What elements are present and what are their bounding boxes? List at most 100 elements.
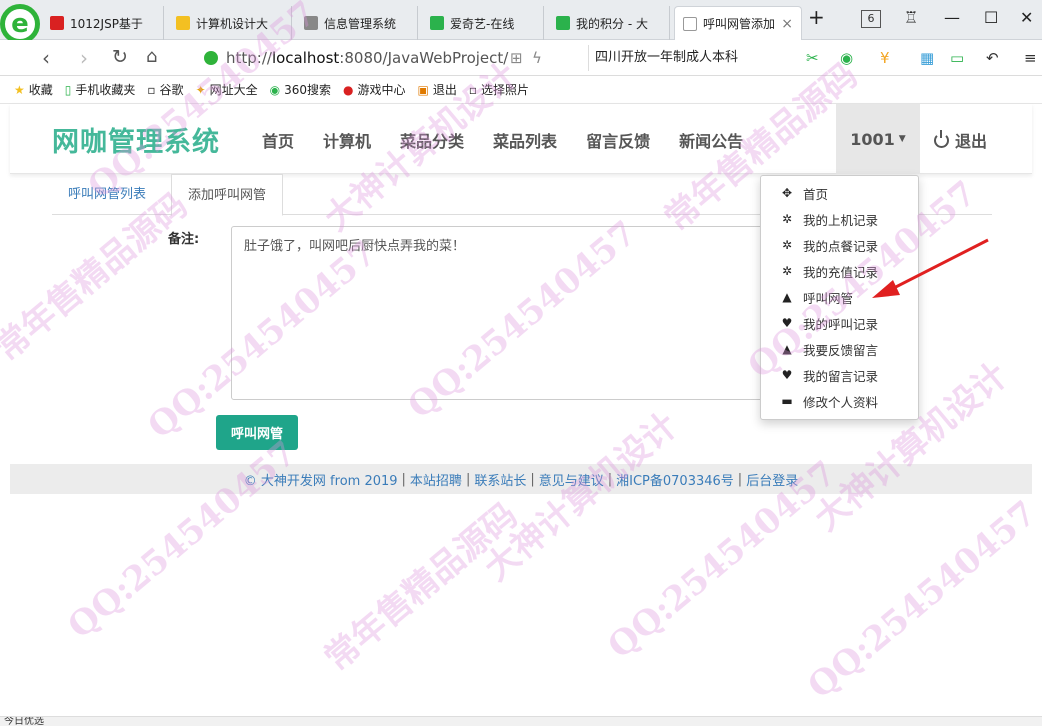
bookmark-label: 收藏 (28, 83, 53, 97)
tab-close-icon[interactable]: × (781, 16, 793, 32)
back-icon[interactable]: ‹ (42, 46, 50, 70)
bookmark-label: 网址大全 (209, 83, 258, 97)
move-icon: ✥ (781, 186, 793, 200)
dropdown-item-label: 我的充值记录 (803, 264, 879, 280)
tab-title: 我的积分 - 大 (576, 16, 648, 31)
battery-icon[interactable]: ▭ (950, 49, 964, 67)
gear-icon: ✲ (781, 264, 793, 278)
footer-link-icp[interactable]: 湘ICP备0703346号 (616, 470, 734, 489)
phone-icon: ▯ (64, 82, 72, 97)
grid-icon[interactable]: ⊞ (510, 49, 523, 67)
skin-icon[interactable]: ♖ (904, 8, 918, 27)
menu-icon[interactable]: ≡ (1024, 49, 1037, 67)
browser-tab-1[interactable]: 1012JSP基于 (42, 6, 164, 40)
browser-tab-3[interactable]: 信息管理系统 (296, 6, 418, 40)
call-admin-button[interactable]: 呼叫网管 (216, 415, 298, 450)
translate-icon[interactable]: ◉ (840, 49, 853, 67)
tab-favicon-icon (50, 16, 64, 30)
tab-count-badge[interactable]: 6 (861, 10, 881, 28)
site-footer: © 大神开发网 from 2019 | 本站招聘 | 联系站长 | 意见与建议 … (10, 464, 1032, 494)
browser-tab-4[interactable]: 爱奇艺-在线 (422, 6, 544, 40)
bookmark-google[interactable]: ▫ 谷歌 (147, 81, 183, 98)
username: 1001 (850, 129, 895, 149)
address-bar[interactable]: http://localhost:8080/JavaWebProject/ (194, 45, 582, 71)
menu-home[interactable]: 首页 (262, 128, 294, 152)
user-icon: ▲ (782, 342, 792, 356)
new-tab-button[interactable]: + (808, 5, 825, 29)
footer-separator: | (530, 471, 535, 487)
star-icon: ★ (14, 82, 25, 97)
tab-call-list[interactable]: 呼叫网管列表 (52, 174, 162, 215)
footer-link-suggest[interactable]: 意见与建议 (539, 470, 604, 489)
bookmark-label: 选择照片 (481, 83, 530, 97)
browser-tab-2[interactable]: 计算机设计大 (168, 6, 292, 40)
footer-link-jobs[interactable]: 本站招聘 (410, 470, 462, 489)
footer-separator: | (401, 471, 406, 487)
search-box[interactable]: 四川开放一年制成人本科 (588, 45, 778, 71)
browser-tab-5[interactable]: 我的积分 - 大 (548, 6, 670, 40)
bookmark-exit[interactable]: ▣ 退出 (418, 81, 457, 98)
user-dropdown-menu: ✥ 首页 ✲ 我的上机记录 ✲ 我的点餐记录 ✲ 我的充值记录 ▲ 呼叫网管 ♥ 我的呼叫记… (760, 175, 919, 420)
forward-icon[interactable]: › (80, 46, 88, 70)
footer-link-contact[interactable]: 联系站长 (474, 470, 526, 489)
close-window-icon[interactable]: ✕ (1020, 8, 1033, 27)
url-scheme: http:// (226, 49, 272, 67)
coin-icon[interactable]: ¥ (880, 49, 890, 67)
dropdown-item-order-records[interactable]: ✲ 我的点餐记录 (761, 232, 918, 258)
gear-icon: ✲ (781, 212, 793, 226)
remark-textarea[interactable]: 肚子饿了，叫网吧后厨快点弄我的菜！ (231, 226, 776, 400)
menu-news[interactable]: 新闻公告 (679, 128, 743, 152)
bookmark-games[interactable]: ● 游戏中心 (343, 81, 406, 98)
gear-icon: ✲ (781, 238, 793, 252)
user-dropdown-toggle[interactable]: 1001 ▼ (836, 104, 920, 174)
tab-favicon-icon (304, 16, 318, 30)
secure-shield-icon (204, 51, 218, 65)
menu-dish-categories[interactable]: 菜品分类 (400, 128, 464, 152)
bookmark-label: 退出 (432, 83, 457, 97)
logout-label: 退出 (955, 132, 988, 151)
bookmark-favorites[interactable]: ★ 收藏 (14, 81, 53, 98)
bookmark-360[interactable]: ◉ 360搜索 (270, 81, 331, 98)
power-icon (934, 129, 949, 148)
footer-link-admin[interactable]: 后台登录 (746, 470, 798, 489)
lightning-icon[interactable]: ϟ (532, 49, 542, 67)
caret-down-icon: ▼ (898, 134, 906, 144)
tab-add-call[interactable]: 添加呼叫网管 (171, 174, 284, 216)
browser-tab-active[interactable]: 呼叫网管添加 × (674, 6, 802, 40)
apps-icon[interactable]: ▦ (920, 49, 934, 67)
card-icon: ▬ (781, 394, 793, 408)
bookmark-sites[interactable]: ✦ 网址大全 (196, 81, 258, 98)
url-host: localhost (271, 49, 340, 67)
dropdown-item-message-records[interactable]: ♥ 我的留言记录 (761, 362, 918, 388)
dropdown-item-recharge-records[interactable]: ✲ 我的充值记录 (761, 258, 918, 284)
menu-computers[interactable]: 计算机 (323, 128, 371, 152)
refresh-icon[interactable]: ↻ (112, 46, 128, 68)
browser-logo-icon[interactable]: e (0, 4, 40, 44)
browser-status-bar: 今日优选 (0, 716, 1042, 726)
logout-link[interactable]: 退出 (934, 128, 987, 152)
dropdown-item-call-admin[interactable]: ▲ 呼叫网管 (761, 284, 918, 310)
star-favicon-icon (176, 16, 190, 30)
home-icon[interactable]: ⌂ (146, 46, 157, 67)
user-icon: ▲ (782, 290, 792, 304)
undo-icon[interactable]: ↶ (986, 49, 999, 67)
menu-feedback[interactable]: 留言反馈 (586, 128, 650, 152)
minimize-icon[interactable]: — (944, 8, 960, 27)
tab-title: 1012JSP基于 (70, 16, 143, 31)
url-path: :8080/JavaWebProject/ (339, 49, 509, 67)
dropdown-item-usage-records[interactable]: ✲ 我的上机记录 (761, 206, 918, 232)
dropdown-item-edit-profile[interactable]: ▬ 修改个人资料 (761, 388, 918, 414)
site-brand[interactable]: 网咖管理系统 (52, 120, 220, 159)
dropdown-item-label: 我的点餐记录 (803, 238, 879, 254)
menu-dish-list[interactable]: 菜品列表 (493, 128, 557, 152)
dropdown-item-call-records[interactable]: ♥ 我的呼叫记录 (761, 310, 918, 336)
screen: e 1012JSP基于 计算机设计大 信息管理系统 爱奇艺-在线 我的积分 - … (0, 0, 1042, 726)
dropdown-item-feedback[interactable]: ▲ 我要反馈留言 (761, 336, 918, 362)
bookmark-mobile[interactable]: ▯ 手机收藏夹 (65, 81, 136, 98)
bookmark-photo[interactable]: ▫ 选择照片 (469, 81, 529, 98)
heart-icon: ♥ (781, 368, 793, 382)
dropdown-item-label: 修改个人资料 (803, 394, 879, 410)
maximize-icon[interactable]: ☐ (984, 8, 998, 27)
dropdown-item-home[interactable]: ✥ 首页 (761, 180, 918, 206)
scissors-icon[interactable]: ✂ (806, 49, 819, 67)
